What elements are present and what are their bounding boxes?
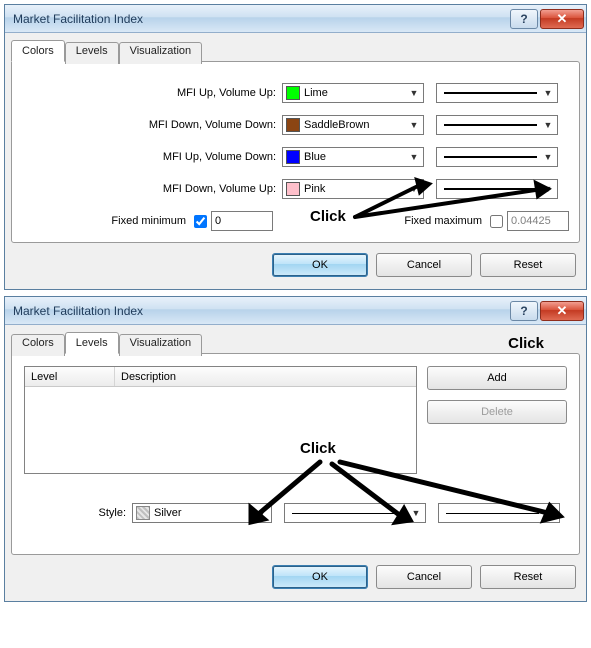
- window-title: Market Facilitation Index: [13, 12, 510, 26]
- close-icon: ✕: [557, 12, 568, 25]
- chevron-down-icon: ▼: [407, 152, 421, 162]
- tab-colors[interactable]: Colors: [11, 334, 65, 356]
- chevron-down-icon: ▼: [407, 120, 421, 130]
- chevron-down-icon: ▼: [255, 508, 269, 518]
- help-button[interactable]: ?: [510, 301, 538, 321]
- chevron-down-icon: ▼: [541, 184, 555, 194]
- ok-button[interactable]: OK: [272, 565, 368, 589]
- mfi-dialog-colors: Market Facilitation Index ? ✕ Colors Lev…: [4, 4, 587, 290]
- fixed-row: Fixed minimum Fixed maximum: [22, 210, 569, 232]
- listview-header: Level Description: [25, 367, 416, 387]
- close-button[interactable]: ✕: [540, 301, 584, 321]
- style-linewidth-combo[interactable]: ▼: [438, 503, 560, 523]
- tab-levels[interactable]: Levels: [65, 42, 119, 64]
- chevron-down-icon: ▼: [543, 508, 557, 518]
- reset-button[interactable]: Reset: [480, 253, 576, 277]
- tab-colors[interactable]: Colors: [11, 40, 65, 62]
- color-swatch-icon: [286, 86, 300, 100]
- color-row-0: MFI Up, Volume Up: Lime ▼ ▼: [22, 82, 569, 104]
- fixed-min-input[interactable]: [211, 211, 273, 231]
- levels-body: Level Description Add Delete: [24, 366, 567, 474]
- chevron-down-icon: ▼: [407, 88, 421, 98]
- help-button[interactable]: ?: [510, 9, 538, 29]
- row-label: MFI Down, Volume Up:: [22, 183, 282, 195]
- tab-visualization[interactable]: Visualization: [119, 334, 203, 356]
- row-label: MFI Up, Volume Up:: [22, 87, 282, 99]
- color-name: Pink: [304, 183, 407, 195]
- color-swatch-icon: [286, 182, 300, 196]
- tabpanel-colors: MFI Up, Volume Up: Lime ▼ ▼ MFI Down, Vo…: [11, 61, 580, 243]
- color-swatch-icon: [136, 506, 150, 520]
- row-label: MFI Down, Volume Down:: [22, 119, 282, 131]
- style-color-combo[interactable]: Silver ▼: [132, 503, 272, 523]
- delete-button[interactable]: Delete: [427, 400, 567, 424]
- fixed-max-input[interactable]: [507, 211, 569, 231]
- mfi-dialog-levels: Market Facilitation Index ? ✕ Colors Lev…: [4, 296, 587, 602]
- fixed-min-checkbox[interactable]: [194, 215, 207, 228]
- color-swatch-icon: [286, 150, 300, 164]
- line-sample-icon: [444, 188, 537, 190]
- line-sample-icon: [444, 124, 537, 126]
- close-icon: ✕: [557, 304, 568, 317]
- tabstrip: Colors Levels Visualization: [11, 332, 580, 354]
- chevron-down-icon: ▼: [541, 120, 555, 130]
- help-icon: ?: [520, 12, 527, 26]
- side-buttons: Add Delete: [427, 366, 567, 474]
- fixed-max-label: Fixed maximum: [404, 215, 482, 227]
- linewidth-combo[interactable]: ▼: [436, 179, 558, 199]
- titlebar[interactable]: Market Facilitation Index ? ✕: [5, 5, 586, 33]
- color-swatch-icon: [286, 118, 300, 132]
- line-sample-icon: [444, 156, 537, 158]
- button-row: OK Cancel Reset: [11, 243, 580, 287]
- color-combo[interactable]: Pink ▼: [282, 179, 424, 199]
- line-sample-icon: [446, 513, 539, 514]
- tabpanel-levels: Level Description Add Delete Style: Silv…: [11, 353, 580, 555]
- tab-visualization[interactable]: Visualization: [119, 42, 203, 64]
- column-level[interactable]: Level: [25, 367, 115, 386]
- style-color-name: Silver: [154, 507, 255, 519]
- fixed-min-label: Fixed minimum: [111, 215, 186, 227]
- style-linestyle-combo[interactable]: ▼: [284, 503, 426, 523]
- color-name: Lime: [304, 87, 407, 99]
- chevron-down-icon: ▼: [409, 508, 423, 518]
- linewidth-combo[interactable]: ▼: [436, 115, 558, 135]
- color-combo[interactable]: SaddleBrown ▼: [282, 115, 424, 135]
- help-icon: ?: [520, 304, 527, 318]
- color-combo[interactable]: Blue ▼: [282, 147, 424, 167]
- chevron-down-icon: ▼: [407, 184, 421, 194]
- column-description[interactable]: Description: [115, 367, 416, 386]
- reset-button[interactable]: Reset: [480, 565, 576, 589]
- window-title: Market Facilitation Index: [13, 304, 510, 318]
- titlebar[interactable]: Market Facilitation Index ? ✕: [5, 297, 586, 325]
- color-name: SaddleBrown: [304, 119, 407, 131]
- add-button[interactable]: Add: [427, 366, 567, 390]
- cancel-button[interactable]: Cancel: [376, 253, 472, 277]
- linewidth-combo[interactable]: ▼: [436, 83, 558, 103]
- color-row-2: MFI Up, Volume Down: Blue ▼ ▼: [22, 146, 569, 168]
- ok-button[interactable]: OK: [272, 253, 368, 277]
- chevron-down-icon: ▼: [541, 88, 555, 98]
- titlebar-buttons: ? ✕: [510, 9, 586, 29]
- line-sample-icon: [444, 92, 537, 94]
- tab-levels[interactable]: Levels: [65, 332, 119, 354]
- levels-listview[interactable]: Level Description: [24, 366, 417, 474]
- color-name: Blue: [304, 151, 407, 163]
- titlebar-buttons: ? ✕: [510, 301, 586, 321]
- color-combo[interactable]: Lime ▼: [282, 83, 424, 103]
- line-sample-icon: [292, 513, 405, 514]
- style-row: Style: Silver ▼ ▼ ▼: [24, 502, 567, 524]
- row-label: MFI Up, Volume Down:: [22, 151, 282, 163]
- style-label: Style:: [24, 507, 132, 519]
- fixed-max-checkbox[interactable]: [490, 215, 503, 228]
- chevron-down-icon: ▼: [541, 152, 555, 162]
- color-row-3: MFI Down, Volume Up: Pink ▼ ▼: [22, 178, 569, 200]
- linewidth-combo[interactable]: ▼: [436, 147, 558, 167]
- close-button[interactable]: ✕: [540, 9, 584, 29]
- tabstrip: Colors Levels Visualization: [11, 40, 580, 62]
- cancel-button[interactable]: Cancel: [376, 565, 472, 589]
- color-row-1: MFI Down, Volume Down: SaddleBrown ▼ ▼: [22, 114, 569, 136]
- button-row: OK Cancel Reset: [11, 555, 580, 599]
